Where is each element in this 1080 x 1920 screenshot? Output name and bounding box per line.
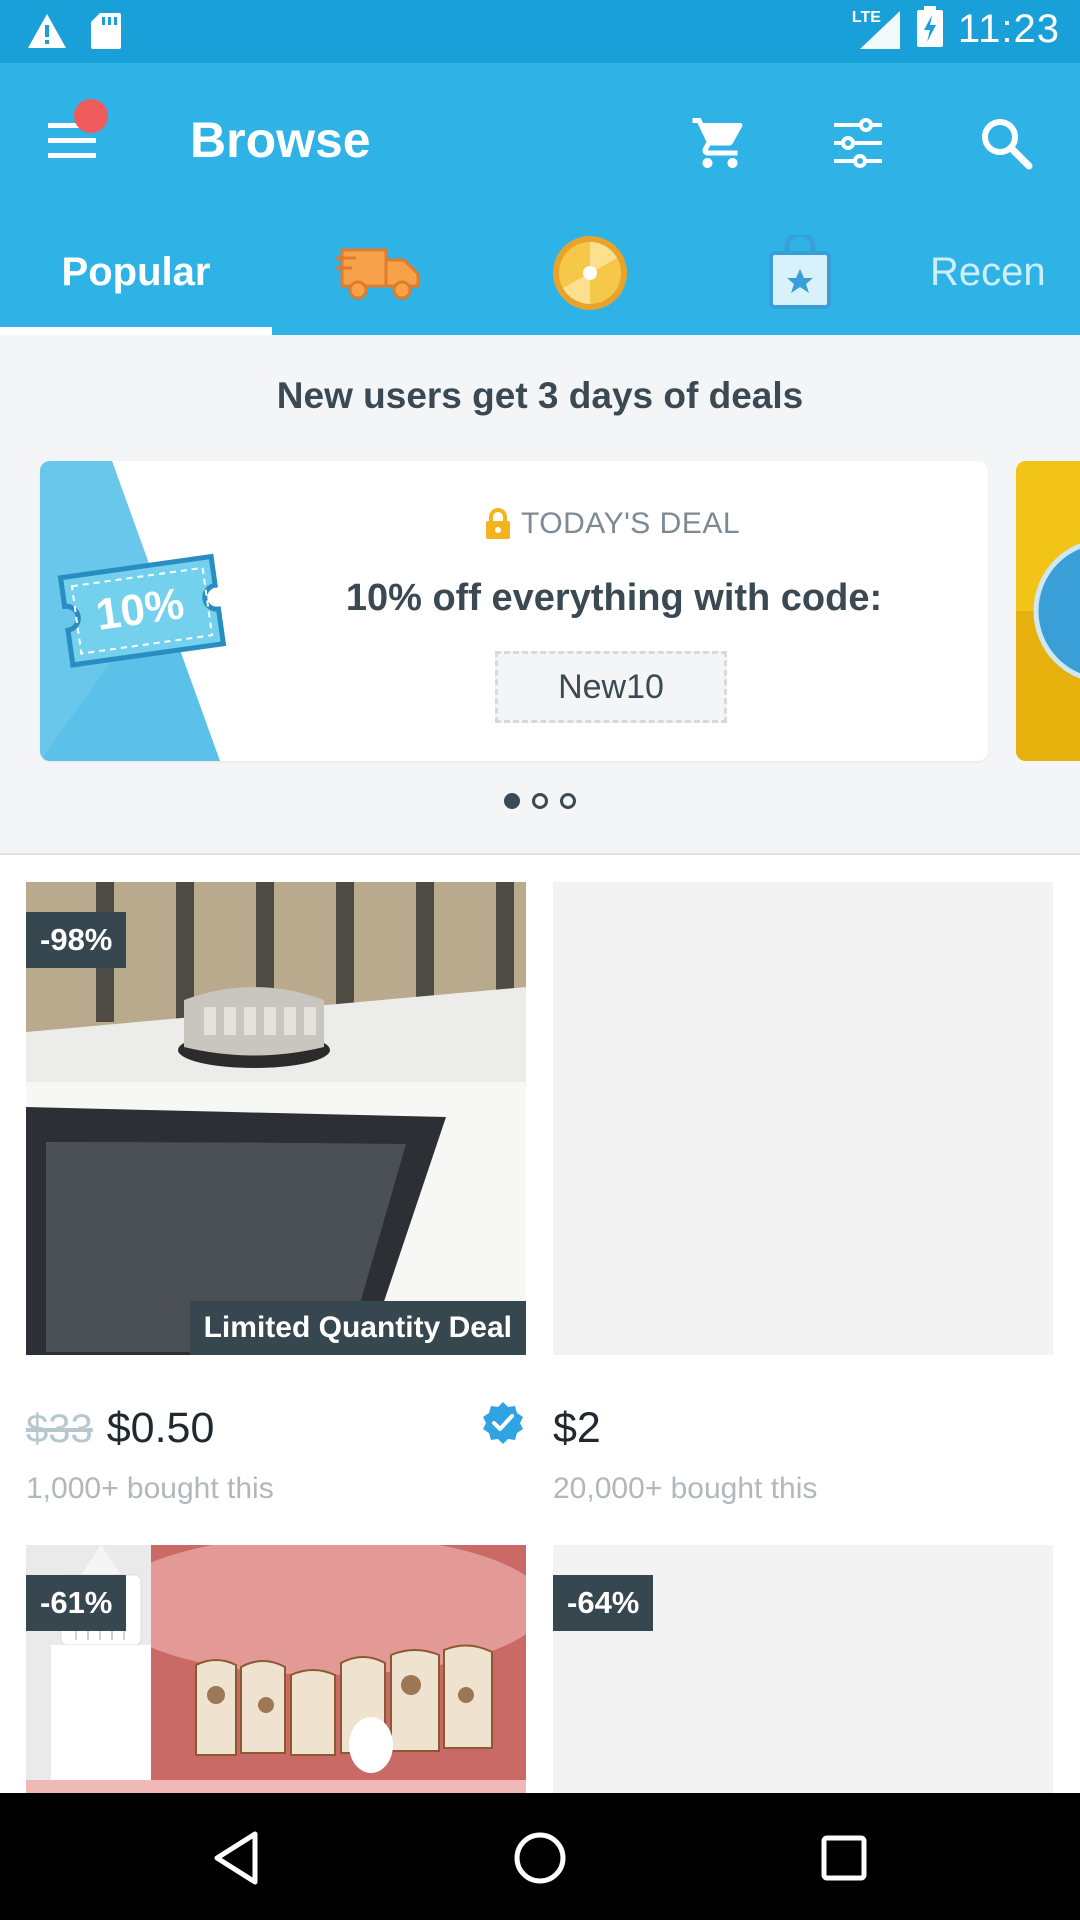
pagination-dot-2[interactable] (532, 793, 548, 809)
pagination-dot-3[interactable] (560, 793, 576, 809)
status-bar: LTE 11:23 (0, 0, 1080, 63)
product-image: -98% Limited Quantity Deal (26, 882, 526, 1355)
back-button[interactable] (205, 1826, 269, 1890)
sd-card-icon (90, 12, 122, 55)
pagination-dot-1[interactable] (504, 793, 520, 809)
tab-popular[interactable]: Popular (0, 210, 272, 335)
page-title: Browse (190, 112, 371, 168)
signal-icon: LTE (852, 9, 902, 51)
deal-kicker: TODAY'S DEAL (485, 507, 740, 541)
lock-icon (486, 508, 510, 539)
discount-badge: -98% (26, 912, 127, 968)
original-price: $33 (26, 1407, 93, 1451)
coupon-graphic: 10% (40, 461, 240, 761)
sale-price: $2 (553, 1404, 601, 1452)
carousel-pagination (0, 793, 1080, 809)
category-tabs: Popular Recen (0, 210, 1080, 335)
recents-button[interactable] (812, 1826, 876, 1890)
promo-code[interactable]: New10 (495, 651, 727, 723)
battery-charging-icon (916, 6, 944, 53)
filter-icon (834, 118, 882, 168)
product-grid: -98% Limited Quantity Deal $33 $0.50 1,0… (0, 857, 1080, 1793)
cart-icon (692, 118, 743, 168)
menu-button[interactable] (40, 99, 110, 175)
tab-recent[interactable]: Recen (930, 210, 1080, 335)
network-type-label: LTE (851, 8, 881, 26)
product-image-placeholder: -64% (553, 1545, 1053, 1793)
discount-badge: -61% (26, 1575, 127, 1631)
home-icon (514, 1832, 566, 1884)
deal-kicker-label: TODAY'S DEAL (521, 507, 741, 540)
next-deal-card-peek[interactable] (1016, 461, 1080, 761)
home-button[interactable] (508, 1826, 572, 1890)
shopping-bag-icon (769, 234, 831, 309)
tab-recent-label: Recen (930, 250, 1046, 294)
tab-deals[interactable] (720, 210, 880, 335)
deal-description: 10% off everything with code: (345, 577, 883, 619)
promo-section: New users get 3 days of deals 10% TODAY'… (0, 335, 1080, 855)
promo-headline: New users get 3 days of deals (276, 375, 804, 416)
tab-shipping[interactable] (300, 210, 460, 335)
product-card[interactable]: -61% (26, 1545, 526, 1793)
limited-quantity-ribbon: Limited Quantity Deal (189, 1301, 526, 1355)
cart-button[interactable] (680, 103, 760, 183)
back-icon (214, 1831, 258, 1885)
product-image-placeholder (553, 882, 1053, 1355)
product-card[interactable]: -64% (553, 1545, 1053, 1793)
tab-popular-label: Popular (61, 250, 211, 294)
deal-card[interactable]: 10% TODAY'S DEAL 10% off everything with… (40, 461, 988, 761)
warning-icon (26, 12, 68, 55)
price-row: $33 $0.50 (26, 1404, 214, 1453)
delivery-truck-icon (336, 248, 420, 299)
search-button[interactable] (966, 103, 1046, 183)
wheel-badge-icon (553, 235, 627, 310)
price-row: $2 (553, 1404, 601, 1453)
bought-count: 20,000+ bought this (553, 1472, 818, 1505)
system-nav-bar (0, 1793, 1080, 1920)
verified-badge-icon (483, 1402, 523, 1444)
filter-button[interactable] (818, 103, 898, 183)
product-card[interactable]: -98% Limited Quantity Deal $33 $0.50 1,0… (26, 882, 526, 1505)
screen: LTE 11:23 Browse Popular Recen New users… (0, 0, 1080, 1920)
bought-count: 1,000+ bought this (26, 1472, 274, 1505)
tab-blitz[interactable] (510, 210, 670, 335)
product-image: -61% (26, 1545, 526, 1793)
sale-price: $0.50 (106, 1404, 215, 1452)
active-tab-indicator (0, 327, 272, 335)
search-icon (982, 119, 1033, 170)
clock: 11:23 (957, 7, 1060, 51)
discount-badge: -64% (553, 1575, 654, 1631)
notification-dot (74, 99, 108, 133)
product-card[interactable]: $2 20,000+ bought this (553, 882, 1053, 1505)
recents-icon (821, 1835, 867, 1881)
